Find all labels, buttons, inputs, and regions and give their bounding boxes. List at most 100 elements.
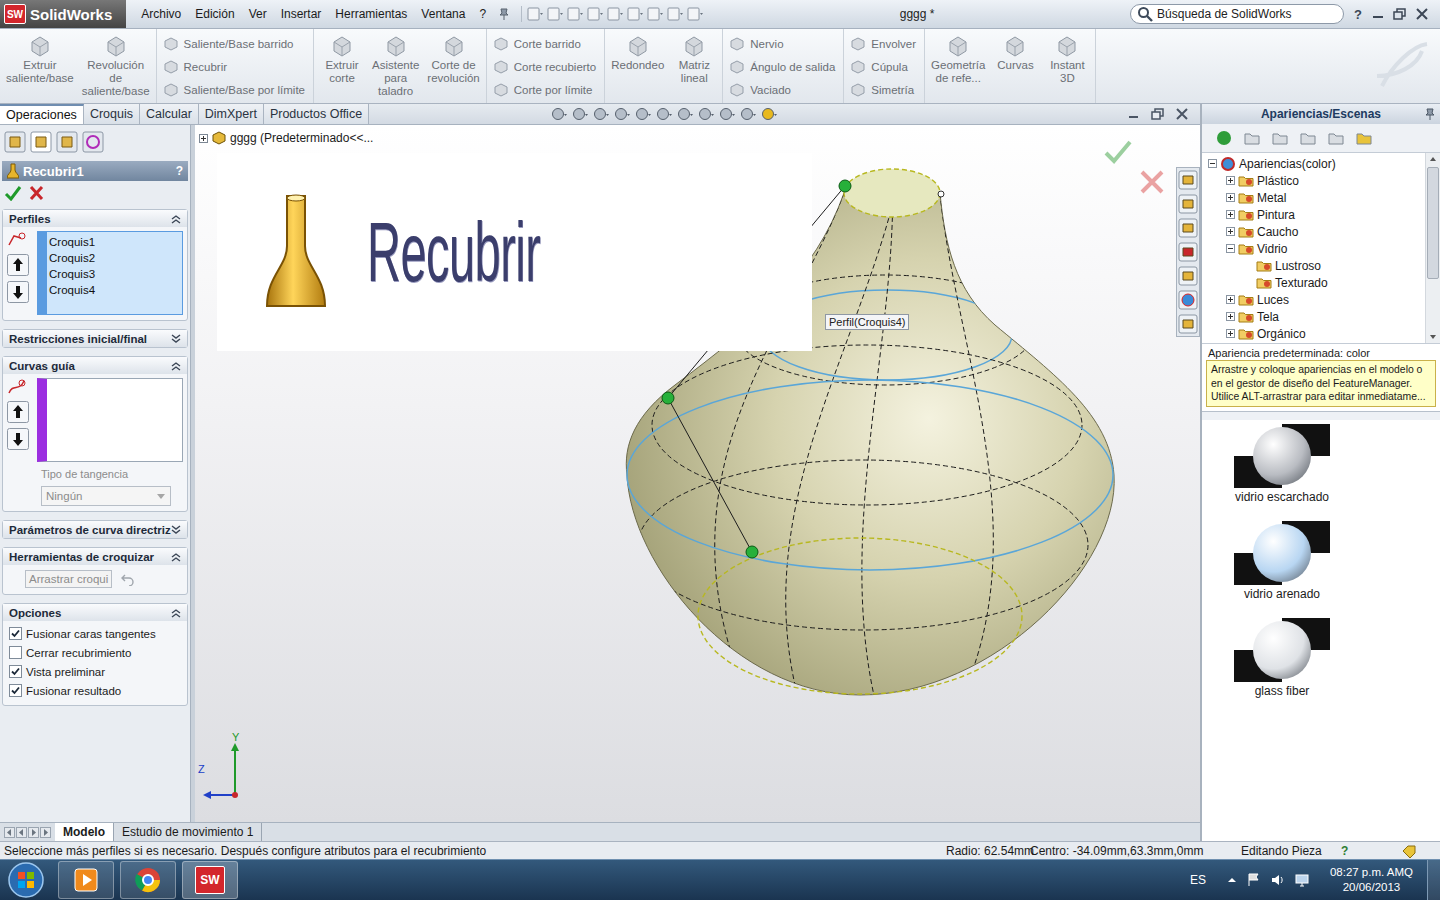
tab-scroll-icon[interactable] bbox=[4, 827, 15, 838]
task-pane-tab-icon[interactable] bbox=[1178, 170, 1198, 190]
tree-item[interactable]: Pintura bbox=[1202, 206, 1425, 223]
tree-item[interactable]: Tela bbox=[1202, 308, 1425, 325]
task-pane-tab-icon[interactable] bbox=[1178, 194, 1198, 214]
manager-tab-icon[interactable] bbox=[56, 131, 78, 153]
pane-tool-icon[interactable] bbox=[1242, 128, 1262, 148]
option-checkbox[interactable]: Vista preliminar bbox=[9, 665, 181, 678]
pane-tool-icon[interactable] bbox=[1298, 128, 1318, 148]
ribbon-button[interactable]: Extruir saliente/base bbox=[3, 33, 77, 85]
task-pane-tab-icon[interactable] bbox=[1178, 290, 1198, 310]
tag-icon[interactable] bbox=[1401, 844, 1417, 858]
scroll-down-icon[interactable] bbox=[1427, 331, 1439, 343]
expander-icon[interactable] bbox=[1226, 176, 1235, 185]
tray-arrow-icon[interactable] bbox=[1226, 874, 1238, 886]
start-button-icon[interactable] bbox=[6, 860, 46, 900]
task-pane-tab-icon[interactable] bbox=[1178, 314, 1198, 334]
move-down-icon[interactable] bbox=[7, 428, 29, 450]
menu-item[interactable]: Insertar bbox=[274, 7, 329, 21]
view-icon[interactable] bbox=[613, 106, 631, 122]
language-indicator[interactable]: ES bbox=[1190, 873, 1206, 887]
tree-item[interactable]: Luces bbox=[1202, 291, 1425, 308]
appearance-swatch[interactable]: vidrio escarchado bbox=[1232, 424, 1332, 504]
option-checkbox[interactable]: Fusionar resultado bbox=[9, 684, 181, 697]
profile-item[interactable]: Croquis1 bbox=[49, 234, 180, 250]
ribbon-button[interactable]: Envolver bbox=[850, 33, 916, 55]
tab-scroll-icon[interactable] bbox=[40, 827, 51, 838]
view-icon[interactable] bbox=[655, 106, 673, 122]
profile-item[interactable]: Croquis2 bbox=[49, 250, 180, 266]
command-tab[interactable]: Productos Office bbox=[264, 104, 369, 124]
ribbon-button[interactable]: Nervio bbox=[729, 33, 783, 55]
expander-icon[interactable] bbox=[1226, 329, 1235, 338]
help-button[interactable]: ? bbox=[1354, 7, 1362, 22]
profiles-list[interactable]: Croquis1Croquis2Croquis3Croquis4 bbox=[37, 231, 183, 315]
ribbon-button[interactable]: Cúpula bbox=[850, 56, 907, 78]
close-icon[interactable] bbox=[1414, 7, 1430, 21]
expander-icon[interactable] bbox=[1226, 210, 1235, 219]
section-header[interactable]: Parámetros de curva directriz bbox=[3, 521, 187, 538]
move-up-icon[interactable] bbox=[7, 254, 29, 276]
view-icon[interactable] bbox=[571, 106, 589, 122]
minimize-icon[interactable] bbox=[1126, 107, 1142, 121]
app-logo[interactable]: SWSolidWorks bbox=[0, 0, 126, 28]
command-tab[interactable]: Croquis bbox=[84, 104, 140, 124]
view-icon[interactable] bbox=[739, 106, 757, 122]
ribbon-button[interactable]: Saliente/Base por límite bbox=[163, 79, 305, 101]
view-icon[interactable] bbox=[634, 106, 652, 122]
move-down-icon[interactable] bbox=[7, 281, 29, 303]
menu-item[interactable]: Edición bbox=[188, 7, 241, 21]
menu-item[interactable]: Archivo bbox=[134, 7, 188, 21]
clock[interactable]: 08:27 p.m. AMQ20/06/2013 bbox=[1316, 865, 1421, 895]
menu-item[interactable]: ? bbox=[472, 7, 493, 21]
toolbar-icon[interactable] bbox=[666, 6, 684, 22]
search-box[interactable]: Búsqueda de SolidWorks bbox=[1130, 4, 1344, 24]
ribbon-button[interactable]: Curvas bbox=[990, 33, 1040, 72]
show-desktop-button[interactable] bbox=[1427, 860, 1440, 900]
scroll-up-icon[interactable] bbox=[1427, 153, 1439, 165]
ribbon-button[interactable]: Corte recubierto bbox=[493, 56, 596, 78]
ribbon-button[interactable]: Revolución de saliente/base bbox=[79, 33, 153, 98]
command-tab[interactable]: Calcular bbox=[140, 104, 199, 124]
section-header[interactable]: Perfiles bbox=[3, 210, 187, 227]
confirm-ok-icon[interactable] bbox=[1103, 139, 1133, 165]
section-header[interactable]: Restricciones inicial/final bbox=[3, 330, 187, 347]
cancel-icon[interactable] bbox=[28, 185, 46, 201]
tree-item[interactable]: Texturado bbox=[1202, 274, 1425, 291]
option-checkbox[interactable]: Fusionar caras tangentes bbox=[9, 627, 181, 640]
expander-icon[interactable] bbox=[1226, 312, 1235, 321]
tree-item[interactable]: Orgánico bbox=[1202, 325, 1425, 342]
expander-icon[interactable] bbox=[1226, 193, 1235, 202]
pin-icon[interactable] bbox=[497, 7, 511, 21]
view-icon[interactable] bbox=[676, 106, 694, 122]
ribbon-button[interactable]: Geometría de refe... bbox=[928, 33, 988, 85]
menu-item[interactable]: Ventana bbox=[414, 7, 472, 21]
pane-tool-icon[interactable] bbox=[1214, 128, 1234, 148]
ribbon-button[interactable]: Recubrir bbox=[163, 56, 227, 78]
toolbar-icon[interactable] bbox=[526, 6, 544, 22]
command-tab[interactable]: Operaciones bbox=[0, 104, 84, 124]
toolbar-icon[interactable] bbox=[606, 6, 624, 22]
help-button[interactable]: ? bbox=[176, 164, 183, 178]
expander-icon[interactable] bbox=[1226, 295, 1235, 304]
appearance-swatch[interactable]: vidrio arenado bbox=[1232, 521, 1332, 601]
section-header[interactable]: Opciones bbox=[3, 604, 187, 621]
tree-item[interactable]: Metal bbox=[1202, 189, 1425, 206]
view-icon[interactable] bbox=[760, 106, 778, 122]
close-icon[interactable] bbox=[1174, 107, 1190, 121]
toolbar-icon[interactable] bbox=[626, 6, 644, 22]
view-icon[interactable] bbox=[550, 106, 568, 122]
ribbon-button[interactable]: Corte por límite bbox=[493, 79, 593, 101]
pane-tool-icon[interactable] bbox=[1270, 128, 1290, 148]
ribbon-button[interactable]: Extruir corte bbox=[317, 33, 367, 85]
manager-tab-icon[interactable] bbox=[82, 131, 104, 153]
pane-splitter[interactable] bbox=[1202, 411, 1440, 420]
view-icon[interactable] bbox=[718, 106, 736, 122]
ribbon-button[interactable]: Redondeo bbox=[608, 33, 667, 72]
tab-scroll-icon[interactable] bbox=[28, 827, 39, 838]
ribbon-button[interactable]: Corte barrido bbox=[493, 33, 581, 55]
ribbon-button[interactable]: Simetría bbox=[850, 79, 914, 101]
ribbon-button[interactable]: Ángulo de salida bbox=[729, 56, 835, 78]
network-icon[interactable] bbox=[1294, 872, 1310, 888]
appearance-swatch[interactable]: glass fiber bbox=[1232, 618, 1332, 698]
option-checkbox[interactable]: Cerrar recubrimiento bbox=[9, 646, 181, 659]
